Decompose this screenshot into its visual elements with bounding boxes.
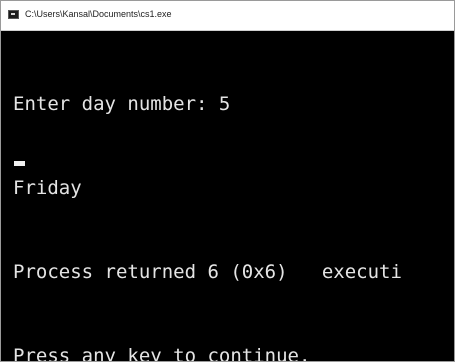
text-cursor [14, 161, 25, 166]
console-window: C:\Users\Kansal\Documents\cs1.exe Enter … [0, 0, 455, 362]
console-line: Friday [13, 177, 82, 199]
console-output[interactable]: Enter day number: 5 Friday Process retur… [13, 34, 454, 361]
console-line: Enter day number: 5 [13, 93, 231, 115]
console-line: Process returned 6 (0x6) executi [13, 261, 402, 283]
window-title: C:\Users\Kansal\Documents\cs1.exe [25, 9, 172, 19]
console-line: Press any key to continue. [13, 345, 311, 361]
title-bar[interactable]: C:\Users\Kansal\Documents\cs1.exe [1, 1, 454, 31]
console-app-icon [8, 10, 19, 19]
